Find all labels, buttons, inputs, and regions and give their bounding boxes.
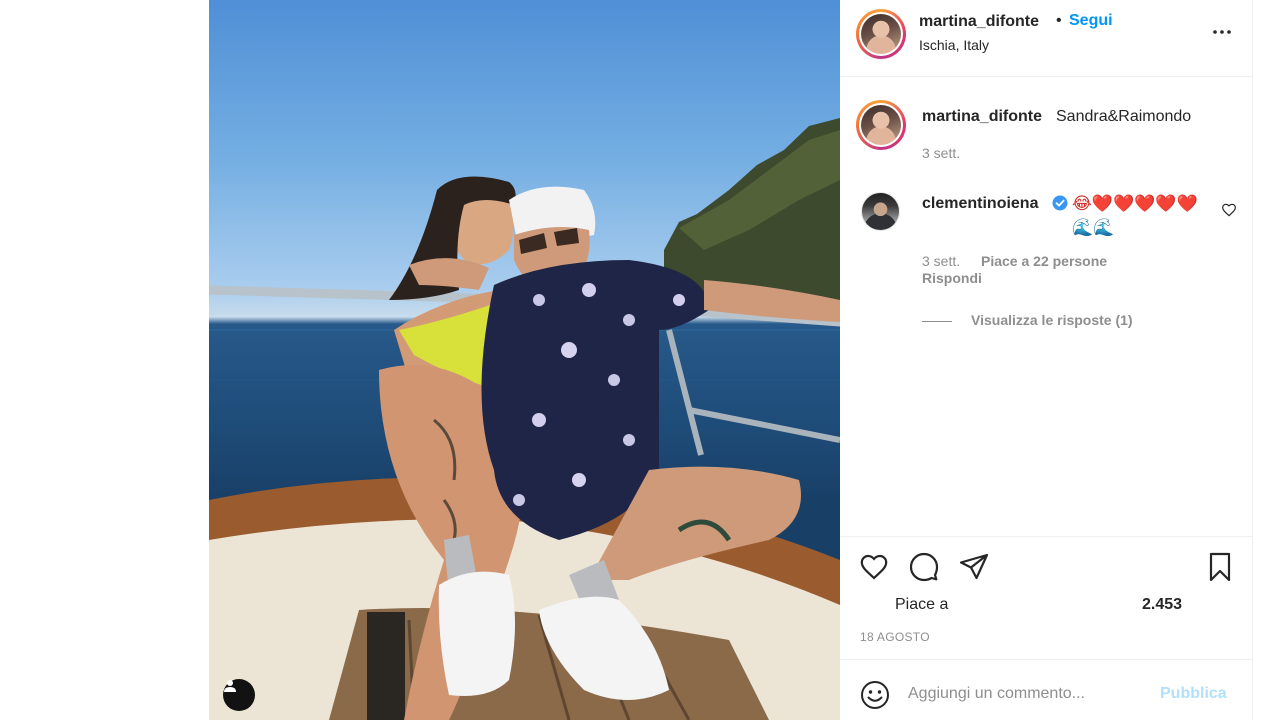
emoji-smile-icon[interactable] bbox=[859, 679, 891, 711]
user-tag-button[interactable] bbox=[223, 679, 255, 711]
author-username[interactable]: martina_difonte bbox=[919, 13, 1039, 31]
author-avatar[interactable] bbox=[856, 9, 906, 59]
comment-bubble-icon[interactable] bbox=[908, 551, 940, 583]
caption-avatar[interactable] bbox=[856, 100, 906, 150]
view-replies-button[interactable]: Visualizza le risposte (1) bbox=[971, 312, 1133, 328]
comment-like-heart-icon[interactable] bbox=[1221, 202, 1237, 218]
post-photo[interactable] bbox=[209, 0, 840, 720]
comment-input[interactable] bbox=[908, 682, 1118, 706]
caption-time[interactable]: 3 sett. bbox=[922, 145, 960, 161]
comment-time[interactable]: 3 sett. bbox=[922, 253, 960, 269]
comment-likes[interactable]: Piace a 22 persone bbox=[981, 253, 1107, 269]
heart-icon[interactable] bbox=[858, 551, 890, 583]
comment-composer: Pubblica bbox=[840, 659, 1253, 720]
verified-badge-icon bbox=[1052, 195, 1068, 211]
comment-text: 😂❤️❤️❤️❤️❤️ 🌊🌊 bbox=[1072, 194, 1198, 237]
follow-button[interactable]: Segui bbox=[1069, 12, 1113, 30]
more-options-button[interactable] bbox=[1210, 22, 1234, 42]
replies-divider bbox=[922, 321, 952, 322]
reply-button[interactable]: Rispondi bbox=[922, 270, 982, 286]
user-tag-icon bbox=[224, 680, 236, 692]
post-date[interactable]: 18 AGOSTO bbox=[860, 630, 930, 644]
more-dots-icon bbox=[1213, 30, 1231, 34]
header-separator: • bbox=[1056, 12, 1062, 29]
commenter-avatar[interactable] bbox=[861, 192, 900, 231]
likes-label[interactable]: Piace a bbox=[895, 596, 948, 614]
publish-button[interactable]: Pubblica bbox=[1160, 685, 1227, 703]
post-location[interactable]: Ischia, Italy bbox=[919, 37, 989, 53]
caption-text: Sandra&Raimondo bbox=[1056, 108, 1192, 125]
commenter-username[interactable]: clementinoiena bbox=[922, 195, 1038, 213]
bookmark-icon[interactable] bbox=[1204, 551, 1236, 583]
likes-count[interactable]: 2.453 bbox=[1142, 596, 1182, 614]
post-photo-illustration bbox=[209, 118, 840, 720]
post-side-panel: martina_difonte • Segui Ischia, Italy ma… bbox=[840, 0, 1253, 720]
paper-plane-icon[interactable] bbox=[958, 551, 990, 583]
post-header: martina_difonte • Segui Ischia, Italy bbox=[840, 0, 1253, 77]
caption-username[interactable]: martina_difonte bbox=[922, 108, 1042, 126]
